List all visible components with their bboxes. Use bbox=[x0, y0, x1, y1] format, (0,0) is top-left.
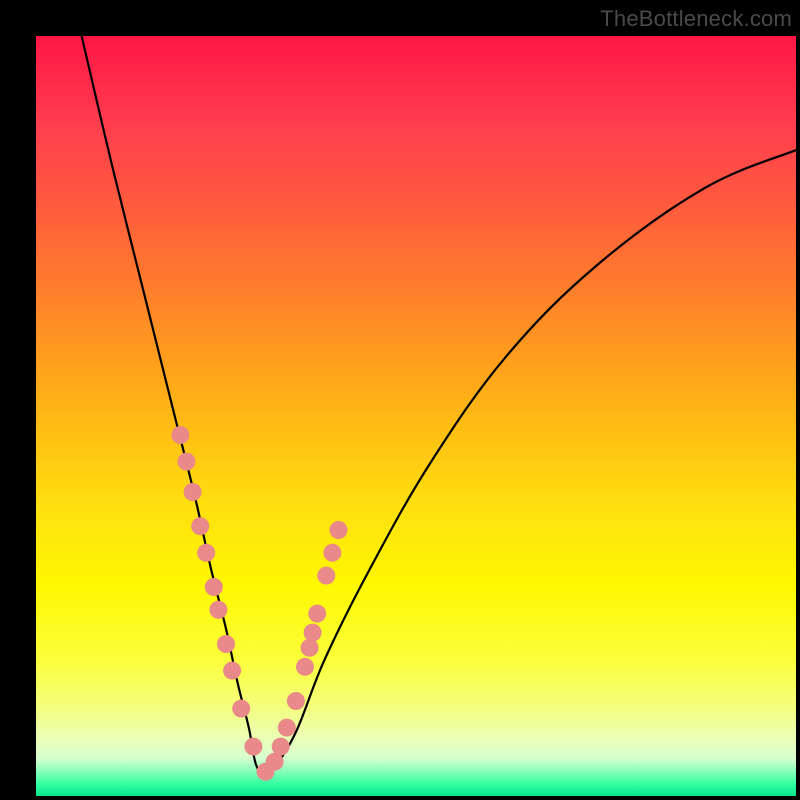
highlighted-point bbox=[178, 453, 196, 471]
highlighted-point bbox=[244, 738, 262, 756]
highlighted-point bbox=[330, 521, 348, 539]
highlighted-point bbox=[278, 719, 296, 737]
plot-area bbox=[36, 36, 796, 796]
highlighted-point bbox=[308, 605, 326, 623]
highlighted-point bbox=[197, 544, 215, 562]
highlighted-point bbox=[232, 700, 250, 718]
highlighted-points-group bbox=[171, 426, 347, 781]
chart-frame: TheBottleneck.com bbox=[0, 0, 800, 800]
highlighted-point bbox=[223, 662, 241, 680]
chart-svg bbox=[36, 36, 796, 796]
highlighted-point bbox=[317, 567, 335, 585]
highlighted-point bbox=[184, 483, 202, 501]
highlighted-point bbox=[287, 692, 305, 710]
highlighted-point bbox=[209, 601, 227, 619]
highlighted-point bbox=[217, 635, 235, 653]
highlighted-point bbox=[323, 544, 341, 562]
highlighted-point bbox=[272, 738, 290, 756]
highlighted-point bbox=[304, 624, 322, 642]
highlighted-point bbox=[205, 578, 223, 596]
highlighted-point bbox=[301, 639, 319, 657]
watermark-text: TheBottleneck.com bbox=[600, 6, 792, 32]
bottleneck-curve bbox=[82, 36, 796, 776]
highlighted-point bbox=[171, 426, 189, 444]
highlighted-point bbox=[191, 517, 209, 535]
highlighted-point bbox=[296, 658, 314, 676]
